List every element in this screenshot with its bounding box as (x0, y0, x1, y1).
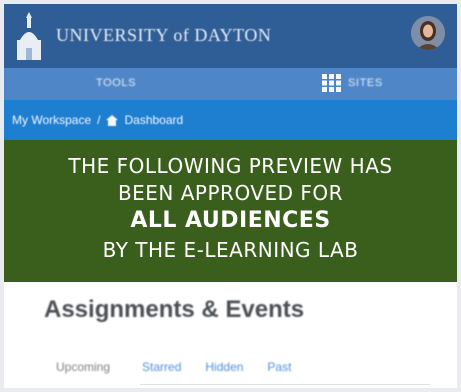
assignments-events-panel: Assignments & Events Upcoming Starred Hi… (4, 282, 457, 388)
breadcrumb-dashboard-link[interactable]: Dashboard (124, 113, 183, 127)
banner-line-3: ALL AUDIENCES (130, 208, 331, 233)
tab-upcoming[interactable]: Upcoming (56, 360, 110, 374)
banner-line-4: BY THE E-LEARNING LAB (102, 238, 359, 262)
banner-line-1: THE FOLLOWING PREVIEW HAS (68, 154, 393, 178)
tools-nav-bar: TOOLS SITES (4, 68, 457, 100)
university-brand-title[interactable]: UNIVERSITY of DAYTON (56, 25, 271, 46)
tab-hidden[interactable]: Hidden (205, 360, 243, 374)
top-header-bar: UNIVERSITY of DAYTON (4, 4, 457, 68)
sites-menu-button[interactable]: SITES (322, 74, 383, 92)
breadcrumb-workspace-link[interactable]: My Workspace (12, 113, 91, 127)
avatar-photo-icon (411, 16, 445, 50)
breadcrumb: My Workspace / Dashboard (4, 100, 457, 140)
tab-divider (140, 384, 430, 385)
audience-approval-banner: THE FOLLOWING PREVIEW HAS BEEN APPROVED … (4, 140, 457, 282)
sites-label: SITES (348, 77, 383, 89)
user-avatar[interactable] (411, 16, 445, 50)
home-icon (106, 114, 119, 126)
tools-menu-button[interactable]: TOOLS (96, 77, 136, 89)
panel-title: Assignments & Events (44, 296, 305, 323)
grid-icon (322, 74, 341, 92)
tab-past[interactable]: Past (267, 360, 291, 374)
breadcrumb-separator: / (97, 113, 101, 127)
chapel-logo-icon[interactable] (14, 10, 44, 62)
banner-line-2: BEEN APPROVED FOR (117, 181, 344, 205)
tab-starred[interactable]: Starred (142, 360, 181, 374)
assignment-tabs: Upcoming Starred Hidden Past (56, 360, 315, 374)
app-frame: UNIVERSITY of DAYTON TOOLS SITES My Work… (4, 4, 457, 388)
